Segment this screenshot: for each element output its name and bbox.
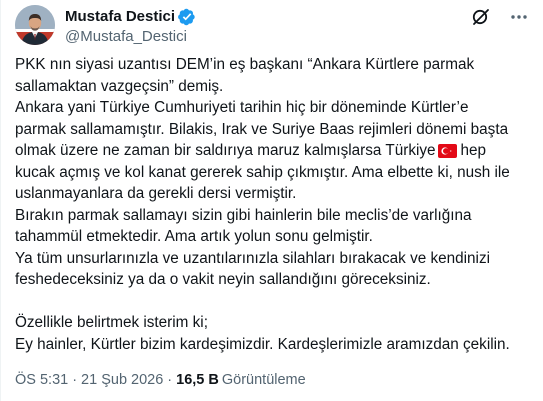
tweet-line-with-flag: olmak üzere ne zaman bir saldırıya maruz… [15,140,529,162]
tweet-line: Bırakın parmak sallamayı sizin gibi hain… [15,206,472,224]
author-names: Mustafa Destici @Mustafa_Destici [65,7,196,45]
tweet-line: feshedeceksiniz ya da o vakit neyin sall… [15,271,431,288]
tweet-line: PKK nın siyasi uzantısı DEM’in eş başkan… [15,56,475,73]
avatar[interactable] [15,5,55,45]
header-actions [471,7,529,27]
tweet-line-segment: hep [460,142,487,159]
meta-separator: · [72,372,78,388]
tweet-date[interactable]: 21 Şub 2026 [81,372,163,388]
avatar-image [15,5,55,45]
meta-separator: · [167,372,173,388]
tweet-line: Ankara yani Türkiye Cumhuriyeti tarihin … [15,99,469,116]
tweet-line-segment: olmak üzere ne zaman bir saldırıya maruz… [15,142,436,159]
tweet-meta: ÖS 5:31 · 21 Şub 2026 · 16,5 B Görüntüleme [15,372,306,388]
verified-badge-icon [178,8,196,26]
tweet-text: PKK nın siyasi uzantısı DEM’in eş başkan… [15,54,529,355]
views-label: Görüntüleme [221,372,306,388]
more-dots-icon[interactable] [509,7,529,27]
author-handle[interactable]: @Mustafa_Destici [65,28,196,45]
tweet-line: sallamaktan vazgeçsin” demiş. [15,77,224,95]
views-count: 16,5 B [176,372,219,388]
tweet-line: Ya tüm unsurlarınızla ve uzantılarınızla… [15,249,490,267]
turkey-flag-icon [437,143,457,158]
tweet-time[interactable]: ÖS 5:31 [15,372,68,388]
tweet-line: Ey hainler, Kürtler bizim kardeşimizdir.… [15,335,510,353]
tweet-line: tahammül etmektedir. Ama artık yolun son… [15,228,373,245]
tweet-line: kucak açmış ve kol kanat gererek sahip ç… [15,163,510,181]
tweet-line: parmak sallamamıştır. Bilakis, Irak ve S… [15,120,509,138]
tweet-line: uslanmayanlara da gerekli dersi vermişti… [15,185,297,202]
display-name-row: Mustafa Destici [65,7,196,26]
grok-icon[interactable] [471,7,491,27]
tweet-line: Özellikle belirtmek isterim ki; [15,314,208,331]
display-name[interactable]: Mustafa Destici [65,8,175,25]
tweet: Mustafa Destici @Mustafa_Destici PKK nın… [0,0,543,401]
tweet-header: Mustafa Destici @Mustafa_Destici [15,5,529,49]
